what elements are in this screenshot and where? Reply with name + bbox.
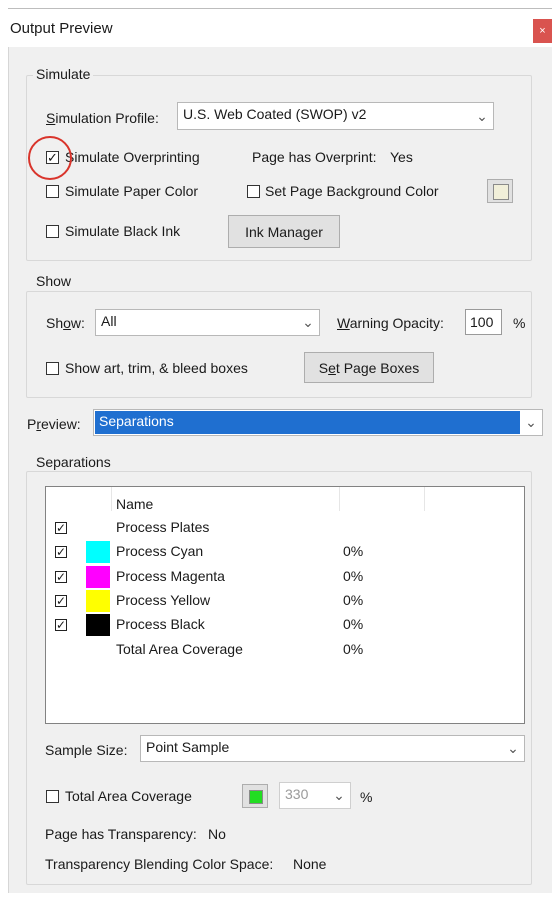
show-boxes-checkbox[interactable] — [46, 362, 59, 375]
column-divider — [339, 487, 340, 511]
simulate-paper-color-checkbox[interactable] — [46, 185, 59, 198]
set-page-boxes-button[interactable]: Set Page Boxes — [304, 352, 434, 383]
separation-row[interactable]: ✓ Process Plates — [46, 519, 524, 543]
separation-name: Process Magenta — [116, 567, 225, 584]
close-button[interactable]: × — [533, 19, 552, 43]
show-boxes-label: Show art, trim, & bleed boxes — [65, 360, 248, 376]
sample-size-label: Sample Size: — [45, 742, 128, 758]
separations-list[interactable]: Name ✓ Process Plates ✓ Process Cyan 0% ✓ Proc… — [45, 486, 525, 724]
ink-manager-button[interactable]: Ink Manager — [228, 215, 340, 248]
simulate-paper-color-label: Simulate Paper Color — [65, 183, 199, 199]
chevron-down-icon: ⌄ — [333, 787, 345, 803]
separation-coverage: 0% — [343, 567, 364, 584]
set-page-background-checkbox[interactable] — [247, 185, 260, 198]
chevron-down-icon: ⌄ — [525, 414, 537, 430]
separation-row[interactable]: ✓ Process Yellow 0% — [46, 589, 524, 616]
column-header-name[interactable]: Name — [116, 496, 153, 512]
simulation-profile-value: U.S. Web Coated (SWOP) v2 — [183, 106, 367, 122]
simulate-overprinting-label: Simulate Overprinting — [65, 149, 200, 165]
separations-legend: Separations — [33, 454, 114, 470]
separation-checkbox[interactable]: ✓ — [55, 570, 67, 583]
separation-color-swatch — [86, 589, 110, 612]
separation-name: Process Yellow — [116, 591, 211, 608]
show-select[interactable]: All ⌄ — [95, 309, 320, 336]
page-transparency-value: No — [208, 826, 226, 842]
total-area-coverage-label: Total Area Coverage — [65, 788, 192, 804]
separation-color-swatch — [86, 565, 110, 588]
tac-limit-select[interactable]: 330 ⌄ — [279, 782, 351, 809]
column-divider — [424, 487, 425, 511]
separation-color-swatch — [86, 614, 110, 637]
separation-checkbox[interactable]: ✓ — [55, 594, 67, 607]
separation-name: Process Plates — [116, 519, 210, 535]
page-overprint-label: Page has Overprint: — [252, 149, 377, 165]
simulation-profile-select[interactable]: U.S. Web Coated (SWOP) v2 ⌄ — [177, 102, 494, 130]
separation-coverage: 0% — [343, 591, 364, 608]
separation-row[interactable]: ✓ Process Magenta 0% — [46, 565, 524, 592]
separation-checkbox[interactable]: ✓ — [55, 619, 67, 632]
tac-limit-value: 330 — [285, 786, 309, 802]
tac-color-button[interactable] — [242, 784, 268, 808]
separation-coverage: 0% — [343, 640, 364, 657]
preview-select[interactable]: Separations ⌄ — [93, 409, 543, 436]
page-background-color-button[interactable] — [487, 179, 513, 203]
highlight-circle — [28, 136, 72, 180]
separation-color-swatch — [86, 541, 110, 564]
warning-opacity-input[interactable]: 100 — [465, 309, 502, 335]
show-value: All — [101, 313, 117, 329]
blending-space-value: None — [293, 856, 327, 872]
preview-value: Separations — [99, 413, 174, 429]
separation-coverage: 0% — [343, 616, 364, 633]
sample-size-value: Point Sample — [146, 739, 230, 755]
show-group — [26, 291, 532, 398]
separation-name: Process Black — [116, 616, 205, 633]
simulate-black-ink-label: Simulate Black Ink — [65, 223, 181, 239]
sample-size-select[interactable]: Point Sample ⌄ — [140, 735, 525, 762]
separation-name: Total Area Coverage — [116, 640, 243, 657]
chevron-down-icon: ⌄ — [507, 740, 519, 756]
simulation-profile-label: Simulation Profile: — [46, 110, 159, 126]
separation-row[interactable]: ✓ Process Cyan 0% — [46, 541, 524, 567]
separation-checkbox[interactable]: ✓ — [55, 522, 67, 534]
chevron-down-icon: ⌄ — [476, 107, 488, 124]
separation-name: Process Cyan — [116, 543, 204, 560]
column-divider — [111, 487, 112, 511]
page-overprint-value: Yes — [390, 149, 413, 165]
page-background-swatch — [493, 184, 509, 200]
show-legend: Show — [33, 273, 75, 289]
set-page-background-label: Set Page Background Color — [265, 183, 439, 199]
tac-color-swatch — [249, 790, 263, 804]
chevron-down-icon: ⌄ — [302, 314, 314, 330]
warning-opacity-label: Warning Opacity: — [337, 315, 444, 331]
separation-checkbox[interactable]: ✓ — [55, 546, 67, 559]
separation-row[interactable]: Total Area Coverage 0% — [46, 641, 524, 665]
preview-label: Preview: — [27, 416, 81, 432]
simulate-legend: Simulate — [33, 66, 94, 82]
warning-opacity-unit: % — [513, 315, 526, 331]
separation-coverage: 0% — [343, 543, 364, 560]
window-title: Output Preview — [10, 20, 113, 37]
blending-space-label: Transparency Blending Color Space: — [45, 856, 274, 872]
separation-row[interactable]: ✓ Process Black 0% — [46, 614, 524, 640]
show-label: Show: — [46, 315, 85, 331]
total-area-coverage-checkbox[interactable] — [46, 790, 59, 803]
page-transparency-label: Page has Transparency: — [45, 826, 197, 842]
simulate-black-ink-checkbox[interactable] — [46, 225, 59, 238]
tac-unit: % — [360, 789, 373, 805]
